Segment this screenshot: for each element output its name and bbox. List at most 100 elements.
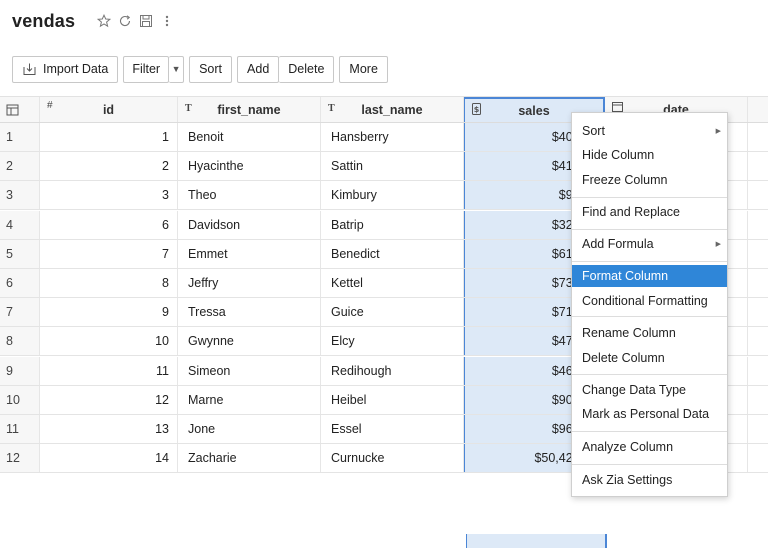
- delete-button[interactable]: Delete: [279, 55, 335, 83]
- row-index-cell[interactable]: 7: [0, 298, 40, 327]
- filter-button[interactable]: Filter: [123, 55, 170, 83]
- first-name-cell[interactable]: Hyacinthe: [178, 152, 321, 181]
- column-header-first-name[interactable]: T first_name: [178, 97, 321, 122]
- row-index-cell[interactable]: 8: [0, 327, 40, 356]
- column-header-label: id: [102, 102, 115, 117]
- menu-item-change-data-type[interactable]: Change Data Type: [572, 379, 727, 401]
- menu-divider: [572, 197, 727, 198]
- id-cell[interactable]: 8: [40, 269, 178, 297]
- menu-item-conditional-formatting[interactable]: Conditional Formatting: [572, 290, 727, 312]
- chevron-down-icon: ▼: [171, 64, 181, 74]
- id-cell[interactable]: 13: [40, 415, 178, 443]
- last-name-cell[interactable]: Guice: [321, 298, 464, 327]
- column-context-menu: Sort ▶ Hide Column Freeze Column Find an…: [571, 112, 728, 497]
- row-index-cell[interactable]: 6: [0, 269, 40, 297]
- id-cell[interactable]: 6: [40, 210, 178, 239]
- last-name-cell[interactable]: Kettel: [321, 269, 464, 297]
- title-icons: [97, 14, 174, 28]
- add-button[interactable]: Add: [237, 55, 280, 83]
- id-cell[interactable]: 9: [40, 298, 178, 327]
- first-name-cell[interactable]: Simeon: [178, 356, 321, 385]
- last-name-cell[interactable]: Benedict: [321, 239, 464, 268]
- last-name-cell[interactable]: Hansberry: [321, 123, 464, 151]
- first-name-cell[interactable]: Davidson: [178, 210, 321, 239]
- row-index-cell[interactable]: 5: [0, 239, 40, 268]
- menu-item-label: Ask Zia Settings: [582, 473, 673, 487]
- id-cell[interactable]: 1: [40, 123, 178, 151]
- first-name-cell[interactable]: Marne: [178, 385, 321, 414]
- currency-type-icon: $: [472, 103, 481, 118]
- id-cell[interactable]: 11: [40, 356, 178, 385]
- first-name-cell[interactable]: Emmet: [178, 239, 321, 268]
- last-name-cell[interactable]: Redihough: [321, 356, 464, 385]
- row-index-cell[interactable]: 10: [0, 385, 40, 414]
- menu-item-hide-column[interactable]: Hide Column: [572, 144, 727, 166]
- first-name-cell[interactable]: Theo: [178, 181, 321, 210]
- sort-button[interactable]: Sort: [189, 55, 233, 83]
- row-index-cell[interactable]: 11: [0, 415, 40, 443]
- import-icon: [22, 62, 37, 76]
- last-name-cell[interactable]: Heibel: [321, 385, 464, 414]
- row-index-header[interactable]: [0, 97, 40, 122]
- menu-item-rename-column[interactable]: Rename Column: [572, 322, 727, 344]
- menu-item-label: Format Column: [582, 269, 669, 283]
- row-index-cell[interactable]: 3: [0, 181, 40, 210]
- menu-item-label: Change Data Type: [582, 383, 687, 397]
- more-vertical-icon[interactable]: [160, 14, 174, 28]
- menu-item-sort[interactable]: Sort ▶: [572, 120, 727, 142]
- column-header-label: last_name: [361, 102, 423, 117]
- first-name-cell[interactable]: Jone: [178, 415, 321, 443]
- first-name-cell[interactable]: Benoit: [178, 123, 321, 151]
- menu-item-find-replace[interactable]: Find and Replace: [572, 201, 727, 223]
- first-name-cell[interactable]: Jeffry: [178, 269, 321, 297]
- row-index-cell[interactable]: 2: [0, 152, 40, 181]
- selected-column-overflow: [466, 534, 607, 548]
- text-type-icon: T: [185, 103, 192, 114]
- table-icon: [6, 104, 19, 116]
- save-icon[interactable]: [139, 14, 153, 28]
- last-name-cell[interactable]: Kimbury: [321, 181, 464, 210]
- id-cell[interactable]: 7: [40, 239, 178, 268]
- star-outline-icon[interactable]: [97, 14, 112, 28]
- more-button[interactable]: More: [339, 55, 388, 83]
- column-header-last-name[interactable]: T last_name: [321, 97, 464, 122]
- menu-divider: [572, 431, 727, 432]
- menu-item-label: Hide Column: [582, 148, 655, 162]
- filter-dropdown-button[interactable]: ▼: [169, 55, 185, 83]
- last-name-cell[interactable]: Batrip: [321, 210, 464, 239]
- last-name-cell[interactable]: Curnucke: [321, 444, 464, 473]
- menu-item-ask-zia-settings[interactable]: Ask Zia Settings: [572, 469, 727, 491]
- menu-item-freeze-column[interactable]: Freeze Column: [572, 169, 727, 191]
- svg-text:$: $: [474, 105, 480, 114]
- id-cell[interactable]: 14: [40, 444, 178, 473]
- row-index-cell[interactable]: 12: [0, 444, 40, 473]
- menu-item-add-formula[interactable]: Add Formula ▶: [572, 233, 727, 255]
- menu-item-label: Freeze Column: [582, 173, 668, 187]
- add-delete-group: Add Delete: [237, 55, 335, 83]
- first-name-cell[interactable]: Gwynne: [178, 327, 321, 356]
- refresh-icon[interactable]: [118, 14, 132, 28]
- page-title: vendas: [12, 10, 76, 31]
- id-cell[interactable]: 12: [40, 385, 178, 414]
- first-name-cell[interactable]: Zacharie: [178, 444, 321, 473]
- row-index-cell[interactable]: 4: [0, 210, 40, 239]
- column-header-id[interactable]: # id: [40, 97, 178, 122]
- id-cell[interactable]: 10: [40, 327, 178, 356]
- last-name-cell[interactable]: Elcy: [321, 327, 464, 356]
- import-data-button[interactable]: Import Data: [12, 55, 119, 83]
- menu-divider: [572, 374, 727, 375]
- menu-item-analyze-column[interactable]: Analyze Column: [572, 436, 727, 458]
- row-index-cell[interactable]: 1: [0, 123, 40, 151]
- last-name-cell[interactable]: Sattin: [321, 152, 464, 181]
- id-cell[interactable]: 2: [40, 152, 178, 181]
- first-name-cell[interactable]: Tressa: [178, 298, 321, 327]
- number-type-icon: #: [47, 100, 53, 111]
- menu-item-mark-personal-data[interactable]: Mark as Personal Data: [572, 403, 727, 425]
- menu-item-delete-column[interactable]: Delete Column: [572, 347, 727, 369]
- menu-item-label: Find and Replace: [582, 205, 680, 219]
- id-cell[interactable]: 3: [40, 181, 178, 210]
- last-name-cell[interactable]: Essel: [321, 415, 464, 443]
- toolbar: Import Data Filter ▼ Sort Add Delete Mor…: [12, 55, 388, 83]
- menu-item-format-column[interactable]: Format Column: [572, 265, 727, 287]
- row-index-cell[interactable]: 9: [0, 356, 40, 385]
